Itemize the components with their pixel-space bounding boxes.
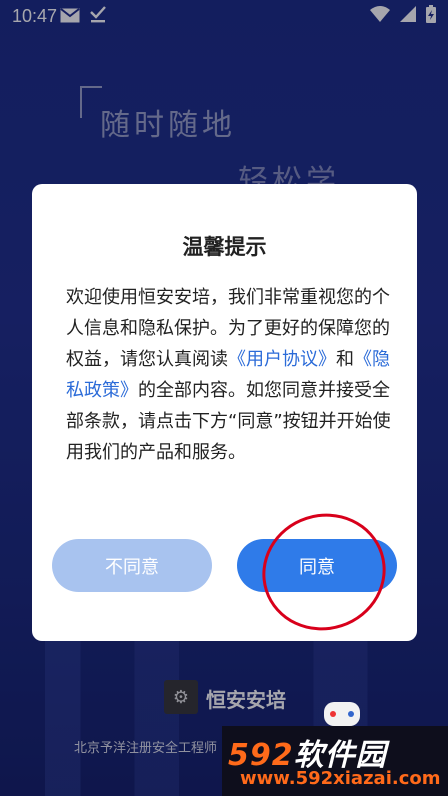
dialog-body-and: 和 — [336, 349, 354, 370]
watermark-url: www.592xiazai.com — [240, 768, 441, 789]
privacy-dialog: 温馨提示 欢迎使用恒安安培，我们非常重视您的个人信息和隐私保护。为了更好的保障您… — [32, 184, 417, 647]
disagree-button[interactable]: 不同意 — [52, 539, 212, 592]
dialog-body: 欢迎使用恒安安培，我们非常重视您的个人信息和隐私保护。为了更好的保障您的权益，请… — [66, 282, 396, 468]
game-controller-mascot-icon — [324, 702, 360, 726]
dialog-title: 温馨提示 — [182, 235, 267, 259]
user-agreement-link[interactable]: 《用户协议》 — [228, 349, 336, 370]
agree-button[interactable]: 同意 — [237, 539, 397, 592]
